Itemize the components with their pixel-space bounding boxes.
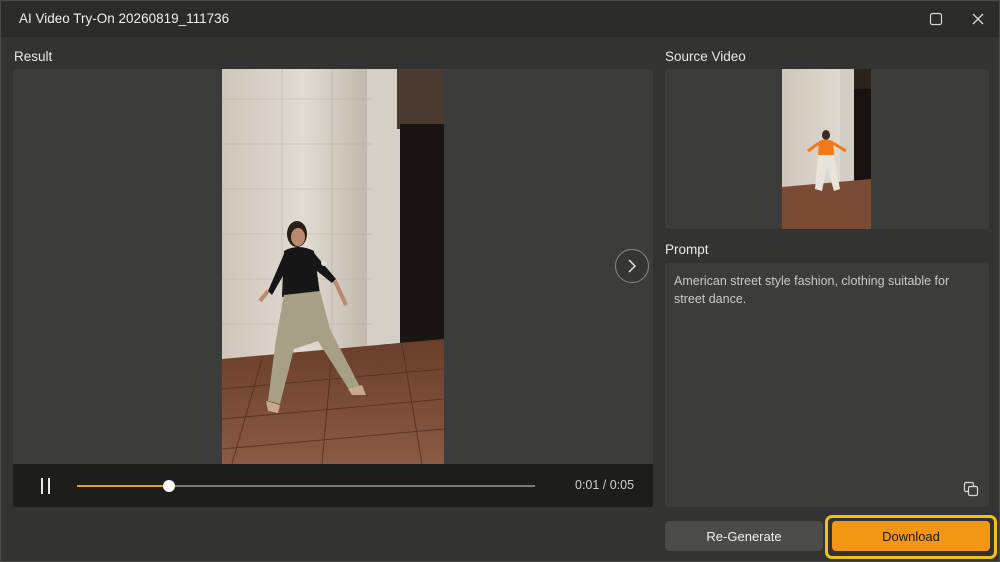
chevron-right-icon — [628, 259, 637, 273]
next-result-button[interactable] — [615, 249, 649, 283]
copy-prompt-button[interactable] — [963, 481, 979, 497]
window-title: AI Video Try-On 20260819_111736 — [19, 11, 230, 26]
time-display: 0:01 / 0:05 — [575, 478, 635, 492]
regenerate-button[interactable]: Re-Generate — [665, 521, 823, 551]
close-button[interactable] — [965, 7, 991, 31]
player-controls: 0:01 / 0:05 — [13, 464, 653, 507]
download-button[interactable]: Download — [832, 521, 990, 551]
copy-icon — [963, 481, 979, 497]
maximize-icon — [929, 12, 943, 26]
seek-handle[interactable] — [162, 480, 175, 492]
prompt-box[interactable]: American street style fashion, clothing … — [665, 263, 989, 507]
close-icon — [972, 13, 984, 25]
prompt-text: American street style fashion, clothing … — [674, 274, 950, 306]
source-video-label: Source Video — [665, 49, 746, 64]
result-video-player: 0:01 / 0:05 — [13, 69, 653, 507]
source-video-panel — [665, 69, 989, 229]
seek-bar[interactable] — [77, 480, 535, 492]
result-video-image — [222, 69, 444, 464]
maximize-button[interactable] — [923, 7, 949, 31]
prompt-label: Prompt — [665, 242, 709, 257]
title-bar: AI Video Try-On 20260819_111736 — [1, 1, 999, 37]
pause-button[interactable] — [37, 476, 55, 496]
pause-icon — [41, 478, 43, 494]
source-video-image — [782, 69, 871, 229]
result-video-frame[interactable] — [222, 69, 444, 464]
ai-video-try-on-window: AI Video Try-On 20260819_111736 Result 0… — [0, 0, 1000, 562]
seek-progress — [77, 485, 169, 487]
source-video-thumbnail[interactable] — [782, 69, 871, 229]
result-label: Result — [14, 49, 53, 64]
